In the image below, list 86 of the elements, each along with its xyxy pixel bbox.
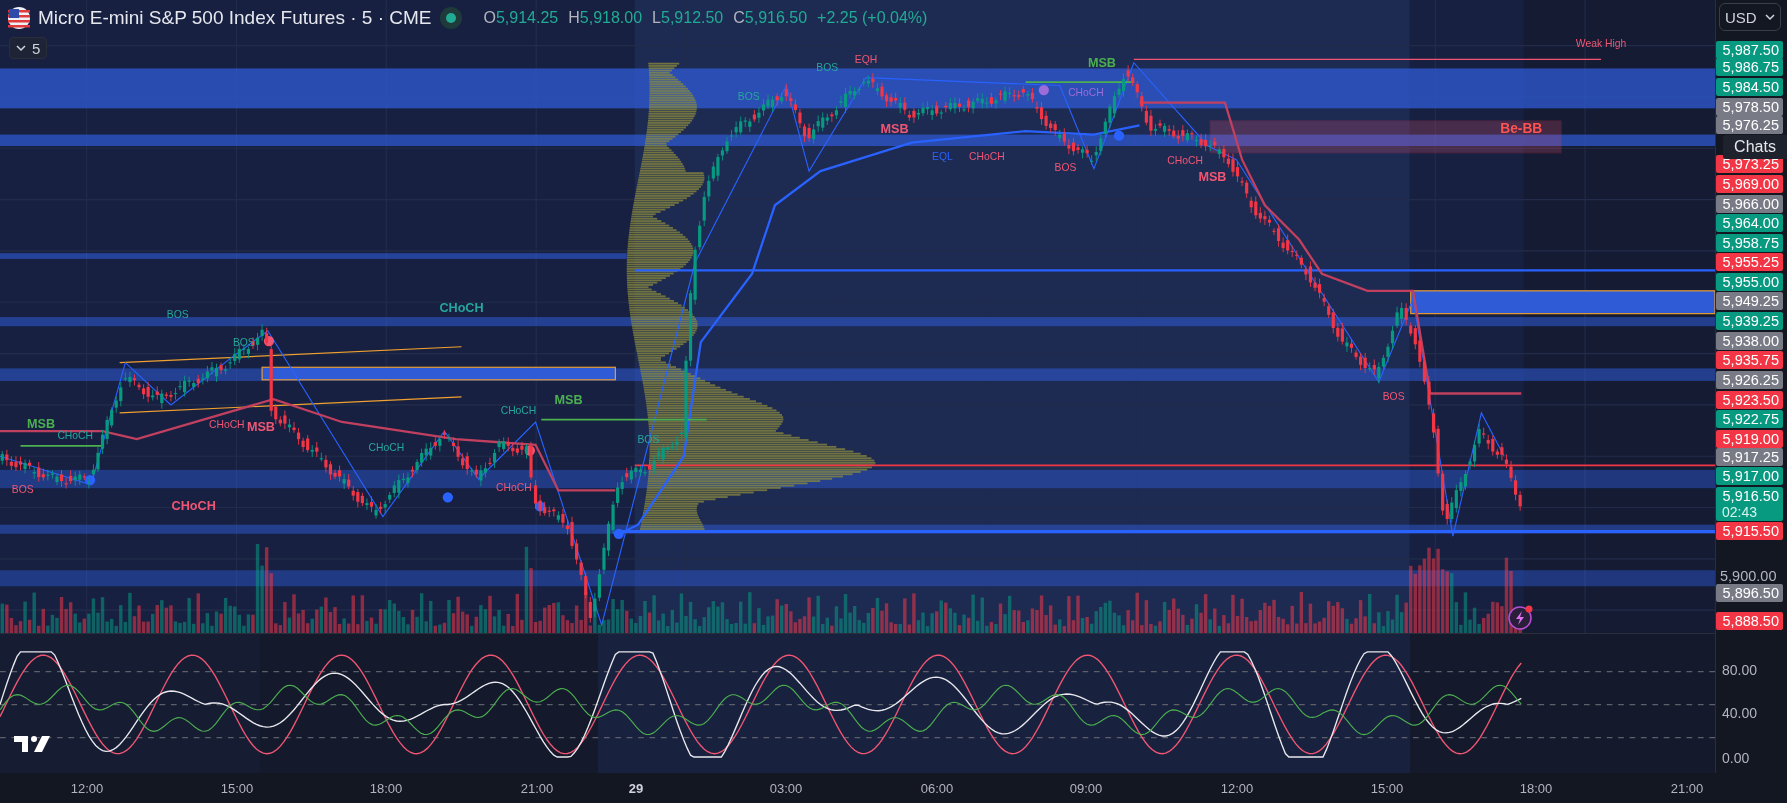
time-label: 12:00 [70,781,104,796]
oscillator-tick: 0.00 [1722,750,1750,766]
chart-label: CHoCH [171,499,216,513]
time-label: 03:00 [769,781,803,796]
ohlc-value: 5,918.00 [579,9,643,26]
ohlc-value: 5,914.25 [495,9,559,26]
time-label: 15:00 [1370,781,1404,796]
price-tag: 5,949.25 [1716,292,1783,310]
price-tag: 5,917.25 [1716,448,1783,466]
ohlc-value: 5,912.50 [661,9,724,26]
chart-label: CHoCH [439,301,484,314]
oscillator-tick: 80.00 [1722,662,1758,678]
interval-button[interactable]: 5 [9,37,48,59]
ohlc-label: L [652,9,661,26]
price-tag: 5,978.50 [1716,98,1783,116]
chart-label: BOS [1054,162,1077,173]
chart-label: BOS [1382,391,1405,402]
chart-label: Weak High [1575,39,1627,50]
date-label: 29 [628,781,644,796]
lightning-icon[interactable] [1508,604,1534,630]
oscillator-tick: 40.00 [1722,705,1758,721]
price-tag: 5,922.75 [1716,410,1783,428]
price-tag: 5,896.50 [1716,584,1783,602]
chart-label: BOS [737,91,760,103]
price-tag: 5,915.50 [1716,522,1783,540]
chart-label: MSB [246,421,275,434]
last-price-tag: 5,916.50 02:43 [1716,487,1783,521]
time-label: 15:00 [220,781,254,796]
chart-label: Be-BB [1500,121,1543,136]
chart-label: CHoCH [208,419,245,431]
ohlc-label: H [568,9,580,26]
time-label: 21:00 [520,781,554,796]
price-tag: 5,926.25 [1716,371,1783,389]
price-tag: 5,923.50 [1716,391,1783,409]
price-tag: 5,958.75 [1716,234,1783,252]
chevron-icon [16,44,26,52]
price-tag: 5,917.00 [1716,467,1783,485]
time-label: 18:00 [369,781,403,796]
chart-label: MSB [26,417,56,431]
time-label: 06:00 [920,781,954,796]
price-tag: 5,987.50 [1716,41,1783,59]
chart-label: EQH [854,55,878,66]
chart-label: CHoCH [496,482,532,493]
chart-label: MSB [880,122,909,136]
price-tag: 5,984.50 [1716,78,1783,96]
price-tag: 5,986.75 [1716,58,1783,76]
time-label: 09:00 [1069,781,1103,796]
price-tag: 5,888.50 [1716,612,1783,630]
price-tag: 5,955.00 [1716,273,1783,291]
time-label: 21:00 [1670,781,1704,796]
chats-button[interactable]: Chats [1723,135,1787,159]
price-tag: 5,955.25 [1716,253,1783,271]
chart-label: CHoCH [1068,88,1104,99]
price-tag: 5,964.00 [1716,214,1783,232]
price-tag: 5,966.00 [1716,195,1783,213]
chart-label: BOS [11,484,34,496]
price-tag: 5,976.25 [1716,116,1783,134]
price-tag: 5,938.00 [1716,332,1783,350]
price-tick: 5,900.00 [1720,568,1777,584]
price-tag: 5,919.00 [1716,430,1783,448]
price-change: +2.25 (+0.04%) [817,9,928,27]
ohlc-label: O [483,9,496,26]
ohlc-value: 5,916.50 [744,9,808,26]
symbol-title[interactable]: Micro E-mini S&P 500 Index Futures · 5 · CME [38,7,432,29]
market-status-icon[interactable] [439,7,462,29]
countdown-timer: 02:43 [1721,504,1759,520]
currency-select[interactable]: USD [1719,3,1781,31]
chart-label: MSB [1198,170,1227,183]
logo-icon[interactable] [14,734,52,754]
price-tag: 5,935.75 [1716,351,1783,369]
time-label: 12:00 [1220,781,1254,796]
time-label: 18:00 [1519,781,1553,796]
chevron-icon [1765,13,1775,21]
chart-label: EQL [932,152,953,163]
chart-label: CHoCH [1167,155,1203,166]
price-tag: 5,939.25 [1716,312,1783,330]
chart-label: BOS [166,309,189,320]
ohlc-label: C [733,9,745,26]
flag-icon [8,7,30,29]
price-tag: 5,969.00 [1716,175,1783,193]
chart-label: CHoCH [57,431,93,442]
chart-label: MSB [1087,56,1116,69]
chart-label: CHoCH [969,152,1005,163]
chart-label: CHoCH [368,442,405,453]
chart-label: CHoCH [500,406,537,417]
chart-label: MSB [554,393,583,407]
